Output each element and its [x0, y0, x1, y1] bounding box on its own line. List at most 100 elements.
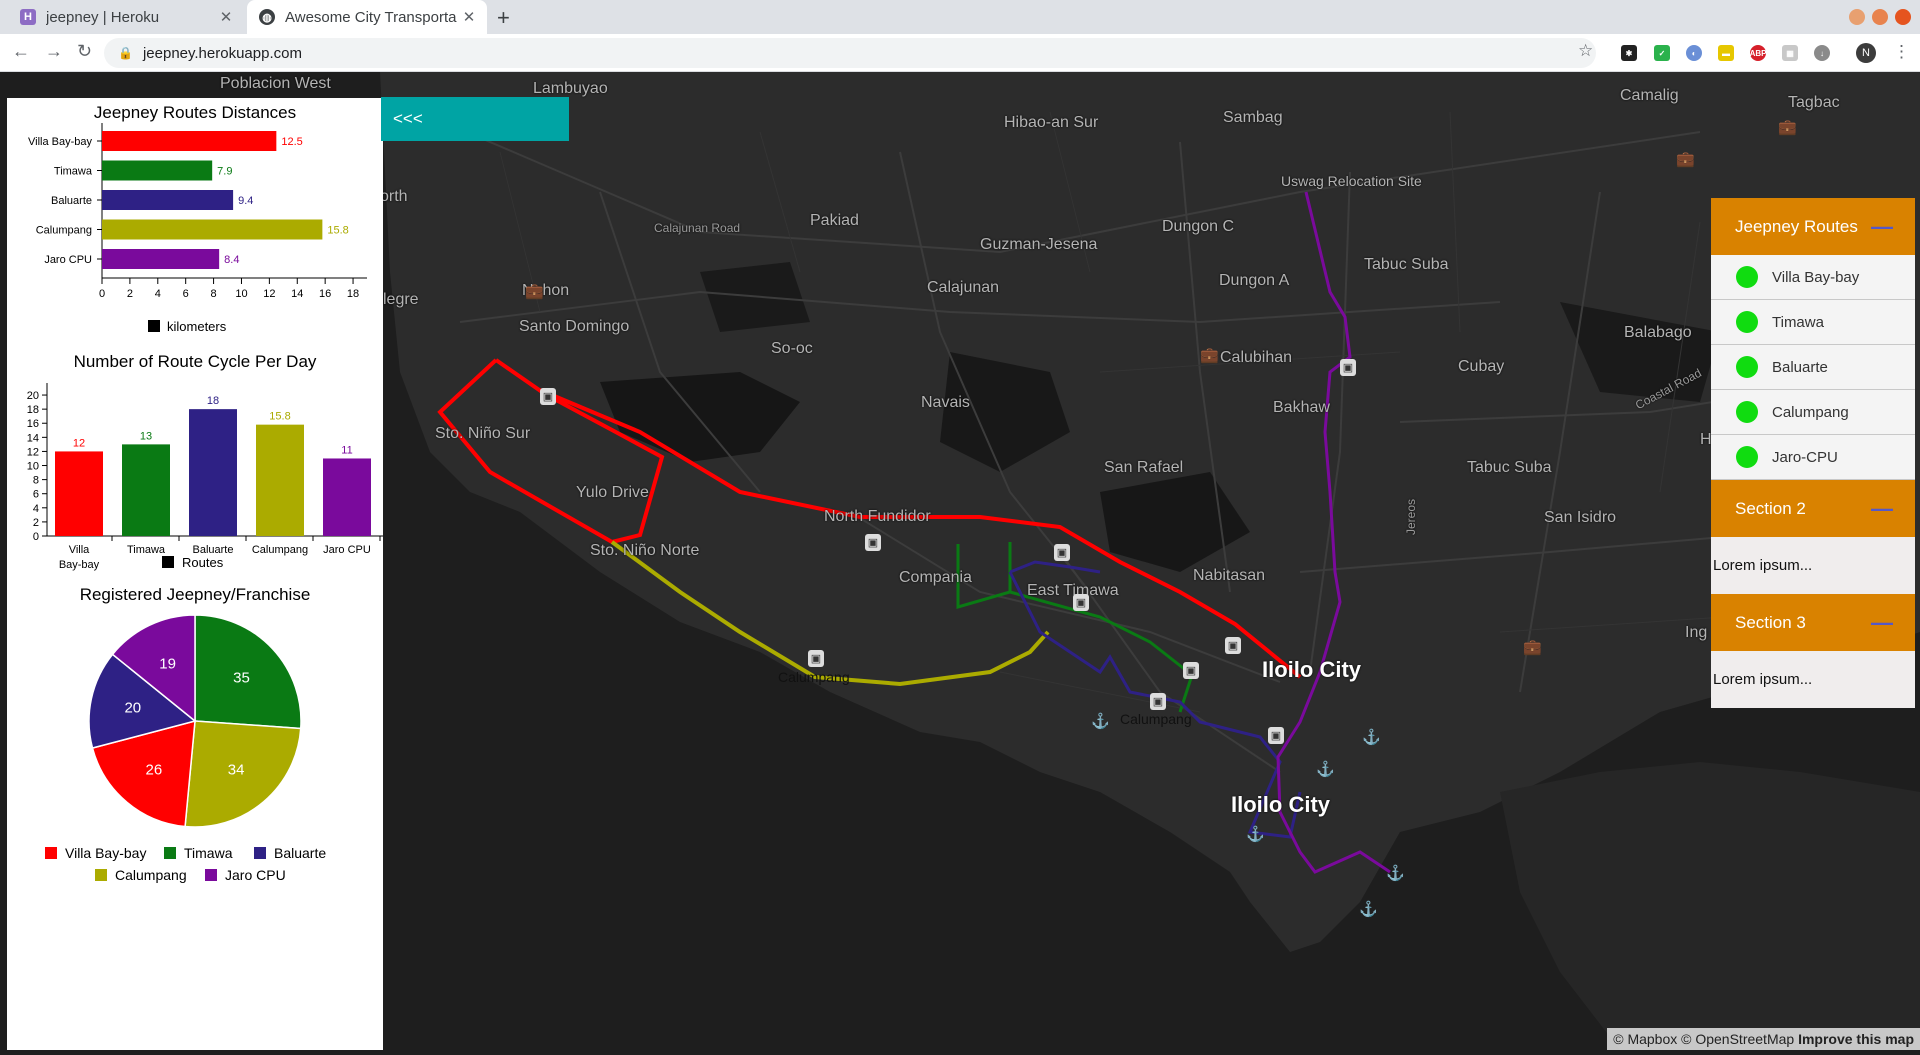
place-label: Tabuc Suba — [1364, 256, 1449, 273]
extension-icon-3[interactable]: ◐ — [1686, 45, 1702, 61]
new-tab-button[interactable]: + — [497, 5, 510, 31]
place-label: Compania — [899, 569, 972, 586]
anchor-icon: ⚓ — [1386, 865, 1405, 882]
place-label: Hibao-an Sur — [1004, 114, 1099, 131]
section-title: Section 2 — [1735, 498, 1806, 518]
category-label: Baluarte — [51, 195, 92, 207]
extension-icon-1[interactable]: ✱ — [1621, 45, 1637, 61]
download-icon[interactable]: ↓ — [1814, 45, 1830, 61]
status-dot-icon — [1736, 311, 1758, 333]
data-label: 15.8 — [269, 411, 290, 423]
section-body: Lorem ipsum... — [1711, 537, 1915, 594]
extension-icon-6[interactable]: ▦ — [1782, 45, 1798, 61]
adblock-icon[interactable]: ABP — [1750, 45, 1766, 61]
collapse-icon[interactable]: — — [1871, 496, 1893, 522]
anchor-icon: ⚓ — [1359, 901, 1378, 918]
tick-label: 12 — [27, 446, 39, 458]
tick-label: 14 — [291, 288, 303, 300]
profile-avatar[interactable]: N — [1856, 43, 1876, 63]
route-item-timawa[interactable]: Timawa — [1711, 300, 1915, 345]
data-label: 11 — [341, 444, 352, 456]
bus-stop-icon[interactable]: ▣ — [1073, 594, 1089, 611]
route-item-baluarte[interactable]: Baluarte — [1711, 345, 1915, 390]
section-title: Jeepney Routes — [1735, 216, 1858, 236]
bus-stop-icon[interactable]: ▣ — [1340, 359, 1356, 376]
bookmark-star-icon[interactable]: ☆ — [1578, 41, 1593, 61]
legend-label: Timawa — [184, 845, 233, 861]
tab-jeepney-heroku[interactable]: H jeepney | Heroku ✕ — [8, 0, 244, 34]
place-label: Pakiad — [810, 212, 859, 229]
collapse-icon[interactable]: — — [1871, 610, 1893, 636]
pie-value-label: 34 — [228, 762, 245, 779]
bar — [102, 190, 234, 210]
data-label: 12.5 — [281, 136, 302, 148]
tick-label: 4 — [155, 288, 161, 300]
place-label: Cubay — [1458, 358, 1505, 375]
close-tab-icon[interactable]: ✕ — [214, 8, 238, 26]
place-label: North Fundidor — [824, 508, 931, 525]
menu-icon[interactable]: ⋮ — [1893, 42, 1910, 62]
place-label: Iloilo City — [1231, 792, 1330, 817]
section-header-section-2[interactable]: Section 2 — — [1711, 480, 1915, 537]
globe-icon: ◍ — [259, 9, 275, 25]
place-label: Yulo Drive — [576, 484, 649, 501]
tab-awesome-city[interactable]: ◍ Awesome City Transporta ✕ — [247, 0, 487, 34]
tick-label: 12 — [263, 288, 275, 300]
address-bar[interactable]: 🔒 jeepney.herokuapp.com — [104, 38, 1596, 68]
bar — [122, 444, 170, 536]
bus-stop-icon[interactable]: ▣ — [540, 388, 556, 405]
category-label: Jaro CPU — [44, 254, 92, 266]
tick-label: 18 — [27, 404, 39, 416]
tab-title: jeepney | Heroku — [46, 8, 160, 26]
panel-toggle-button[interactable]: <<< — [381, 97, 569, 141]
close-window-button[interactable] — [1895, 9, 1911, 25]
bar — [55, 451, 103, 536]
bar — [189, 409, 237, 536]
bar — [256, 424, 304, 536]
bus-stop-icon[interactable]: ▣ — [1225, 637, 1241, 654]
extension-icon-4[interactable]: ▬ — [1718, 45, 1734, 61]
section-header-jeepney-routes[interactable]: Jeepney Routes — — [1711, 198, 1915, 255]
improve-map-link[interactable]: Improve this map — [1798, 1031, 1914, 1047]
route-item-calumpang[interactable]: Calumpang — [1711, 390, 1915, 435]
tick-label: 8 — [33, 475, 39, 487]
section-body: Lorem ipsum... — [1711, 651, 1915, 708]
route-item-jaro-cpu[interactable]: Jaro-CPU — [1711, 435, 1915, 480]
back-icon[interactable]: ← — [12, 41, 30, 62]
maximize-button[interactable] — [1872, 9, 1888, 25]
tick-label: 18 — [347, 288, 359, 300]
collapse-icon[interactable]: — — [1871, 214, 1893, 240]
forward-icon[interactable]: → — [45, 41, 63, 62]
route-label: Villa Bay-bay — [1772, 268, 1860, 286]
legend-label: Jaro CPU — [225, 867, 286, 883]
tab-title: Awesome City Transporta — [285, 8, 457, 26]
close-tab-icon[interactable]: ✕ — [457, 8, 481, 26]
anchor-icon: ⚓ — [1362, 729, 1381, 746]
tab-bar: H jeepney | Heroku ✕ ◍ Awesome City Tran… — [0, 0, 1920, 34]
place-label: Ing — [1685, 624, 1708, 641]
place-label: San Isidro — [1544, 509, 1617, 526]
category-label: Timawa — [127, 544, 166, 556]
legend-swatch — [205, 869, 217, 881]
tick-label: 4 — [33, 503, 39, 515]
status-dot-icon — [1736, 446, 1758, 468]
minimize-button[interactable] — [1849, 9, 1865, 25]
route-label: Calumpang — [1772, 403, 1849, 421]
tick-label: 10 — [235, 288, 247, 300]
section-header-section-3[interactable]: Section 3 — — [1711, 594, 1915, 651]
bus-stop-icon[interactable]: ▣ — [865, 534, 881, 551]
reload-icon[interactable]: ↻ — [77, 41, 92, 62]
tick-label: 2 — [127, 288, 133, 300]
place-label: Dungon A — [1219, 272, 1290, 289]
bus-stop-icon[interactable]: ▣ — [1183, 662, 1199, 679]
bus-stop-icon[interactable]: ▣ — [1054, 544, 1070, 561]
legend-swatch — [148, 320, 160, 332]
category-label: Calumpang — [36, 225, 92, 237]
status-dot-icon — [1736, 356, 1758, 378]
place-label: legre — [383, 291, 419, 308]
route-item-villa-bay-bay[interactable]: Villa Bay-bay — [1711, 255, 1915, 300]
bus-stop-icon[interactable]: ▣ — [1150, 693, 1166, 710]
shield-extension-icon[interactable]: ✓ — [1654, 45, 1670, 61]
bus-stop-icon[interactable]: ▣ — [1268, 727, 1284, 744]
bus-stop-icon[interactable]: ▣ — [808, 650, 824, 667]
